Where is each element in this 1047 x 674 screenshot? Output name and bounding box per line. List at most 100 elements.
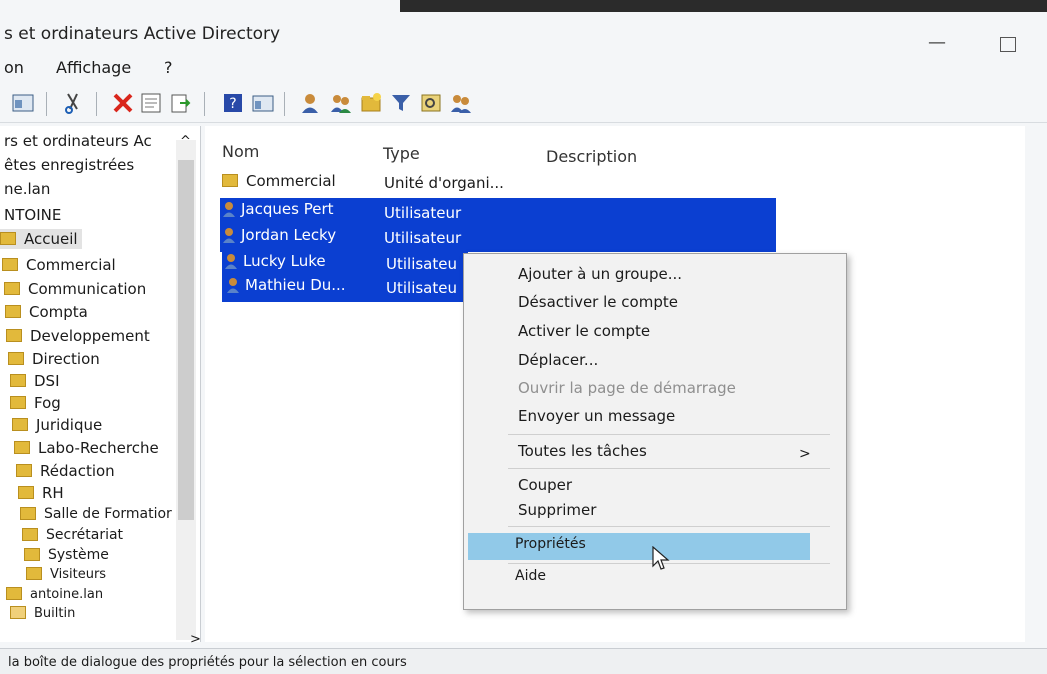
tree-item[interactable]: Rédaction [16, 462, 115, 484]
user-icon [227, 277, 239, 293]
svg-text:?: ? [229, 96, 236, 112]
scroll-up-arrow[interactable]: ^ [180, 134, 191, 149]
menu-item-send-message[interactable]: Envoyer un message [518, 407, 675, 425]
list-item[interactable]: Jordan Lecky [222, 226, 336, 244]
maximize-button[interactable] [1000, 37, 1016, 52]
list-item-type: Utilisateur [384, 204, 462, 222]
tree-item[interactable]: DSI [10, 372, 60, 394]
ou-folder-icon [16, 464, 32, 477]
help-icon[interactable]: ? [222, 92, 244, 114]
menu-separator [508, 468, 830, 469]
tree-scroll-thumb[interactable] [178, 160, 194, 520]
title-bar: s et ordinateurs Active Directory — [0, 10, 1047, 54]
toolbar: ? [0, 86, 1047, 123]
tree-item[interactable]: Système [24, 547, 109, 569]
delete-icon[interactable] [112, 92, 134, 114]
tree-item[interactable]: NTOINE [4, 206, 61, 228]
menu-help[interactable]: ? [164, 58, 173, 77]
ou-folder-icon [0, 232, 16, 245]
tree-item[interactable]: Fog [10, 394, 61, 416]
menu-item-add-to-group[interactable]: Ajouter à un groupe... [518, 265, 682, 283]
new-user-icon[interactable] [300, 92, 322, 114]
ou-folder-icon [18, 486, 34, 499]
submenu-arrow-icon: > [799, 446, 811, 462]
user-icon [225, 253, 237, 269]
ou-folder-icon [5, 305, 21, 318]
tree-item[interactable]: Commercial [2, 256, 116, 278]
user-icon [223, 201, 235, 217]
ou-folder-icon [222, 174, 238, 187]
menu-action[interactable]: on [4, 58, 24, 77]
tree-item[interactable]: ne.lan [4, 180, 50, 202]
menu-affichage[interactable]: Affichage [56, 58, 131, 77]
menu-item-all-tasks[interactable]: Toutes les tâches [518, 442, 647, 460]
status-text: la boîte de dialogue des propriétés pour… [8, 655, 407, 670]
ou-folder-icon [26, 567, 42, 580]
menu-item-help[interactable]: Aide [515, 568, 546, 584]
ou-folder-icon [2, 258, 18, 271]
new-group-icon[interactable] [330, 92, 352, 114]
tree-item[interactable]: RH [18, 484, 64, 506]
tree-item-accueil[interactable]: Accueil [0, 229, 82, 252]
mouse-cursor-icon [652, 546, 670, 570]
find-icon[interactable] [420, 92, 442, 114]
menu-item-move[interactable]: Déplacer... [518, 351, 598, 369]
tree-item[interactable]: Juridique [12, 416, 102, 438]
window-title: s et ordinateurs Active Directory [4, 24, 281, 44]
tree-item[interactable]: Visiteurs [26, 567, 106, 589]
list-item[interactable]: Mathieu Du... [226, 276, 346, 294]
status-bar: la boîte de dialogue des propriétés pour… [0, 648, 1047, 674]
add-to-group-icon[interactable] [450, 92, 472, 114]
scroll-right-arrow[interactable]: > [190, 632, 201, 647]
tree-item[interactable]: Developpement [6, 327, 150, 349]
menu-bar: on Affichage ? [0, 54, 1047, 84]
ou-folder-icon [8, 352, 24, 365]
mmc-window: s et ordinateurs Active Directory — on A… [0, 0, 1047, 674]
menu-separator [508, 434, 830, 435]
cut-icon[interactable] [62, 92, 84, 114]
menu-item-enable-account[interactable]: Activer le compte [518, 322, 650, 340]
new-ou-icon[interactable] [360, 92, 382, 114]
console-tree: rs et ordinateurs Ac êtes enregistrées n… [0, 126, 201, 642]
tree-item[interactable]: Salle de Formatior [20, 506, 172, 528]
list-item[interactable]: Lucky Luke [224, 252, 326, 270]
tree-item[interactable]: êtes enregistrées [4, 156, 134, 178]
toolbar-separator [284, 92, 285, 116]
ou-folder-icon [20, 506, 36, 520]
properties-icon[interactable] [140, 92, 162, 114]
list-item[interactable]: Commercial [222, 172, 336, 190]
ou-folder-icon [6, 329, 22, 342]
tree-item[interactable]: Builtin [10, 606, 75, 628]
ou-folder-icon [10, 374, 26, 387]
export-icon[interactable] [170, 92, 192, 114]
menu-item-cut[interactable]: Couper [518, 476, 572, 494]
list-item-type: Utilisateu [386, 279, 457, 297]
tree-item[interactable]: Direction [8, 350, 100, 372]
toolbar-separator [204, 92, 205, 116]
menu-item-open-home-page: Ouvrir la page de démarrage [518, 379, 736, 397]
tree-item[interactable]: Labo-Recherche [14, 439, 159, 461]
toolbar-separator [96, 92, 97, 116]
view-icon[interactable] [252, 92, 274, 114]
column-header-nom[interactable]: Nom [222, 142, 259, 161]
ou-folder-icon [10, 396, 26, 409]
toolbar-separator [46, 92, 47, 116]
minimize-button[interactable]: — [928, 32, 946, 53]
tree-item[interactable]: Secrétariat [22, 527, 123, 549]
column-header-description[interactable]: Description [546, 147, 637, 166]
tree-item[interactable]: Communication [4, 280, 146, 302]
menu-item-delete[interactable]: Supprimer [518, 501, 596, 519]
ou-folder-icon [12, 418, 28, 431]
list-item-type: Unité d'organi... [384, 174, 504, 192]
menu-item-properties[interactable]: Propriétés [515, 536, 586, 552]
list-item-type: Utilisateur [384, 229, 462, 247]
tree-item[interactable]: Compta [5, 303, 88, 325]
filter-icon[interactable] [390, 92, 412, 114]
column-header-type[interactable]: Type [383, 144, 420, 163]
menu-item-disable-account[interactable]: Désactiver le compte [518, 293, 678, 311]
list-item[interactable]: Jacques Pert [222, 200, 334, 218]
user-icon [223, 227, 235, 243]
tree-item[interactable]: rs et ordinateurs Ac [4, 132, 152, 154]
folder-icon [10, 606, 26, 619]
console-tree-icon[interactable] [12, 92, 34, 114]
